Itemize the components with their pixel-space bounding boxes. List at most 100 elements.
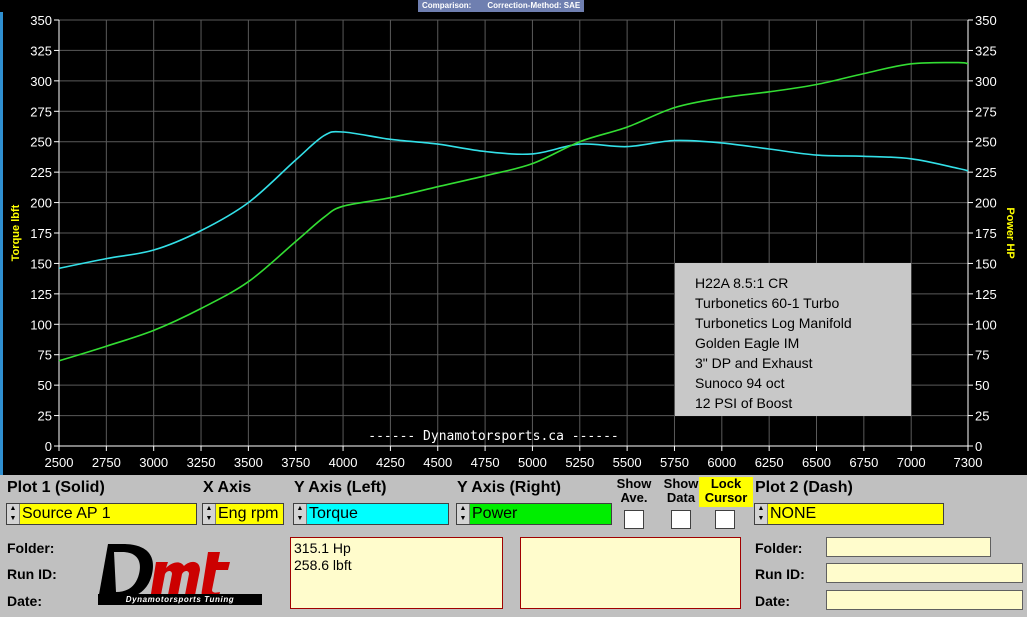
info-line: H22A 8.5:1 CR bbox=[695, 275, 789, 291]
x-tick-label: 5500 bbox=[613, 455, 642, 470]
y-tick-label-right: 100 bbox=[975, 317, 997, 332]
x-tick-label: 6500 bbox=[802, 455, 831, 470]
y-tick-label-left: 0 bbox=[45, 439, 52, 454]
yaxis-right-select[interactable]: ▲ ▼ Power bbox=[456, 503, 612, 525]
x-tick-label: 3250 bbox=[187, 455, 216, 470]
x-tick-label: 5750 bbox=[660, 455, 689, 470]
x-tick-label: 2500 bbox=[45, 455, 74, 470]
y-tick-label-right: 125 bbox=[975, 287, 997, 302]
yaxis-left-select[interactable]: ▲ ▼ Torque bbox=[293, 503, 449, 525]
y-tick-label-right: 250 bbox=[975, 135, 997, 150]
xaxis-select[interactable]: ▲ ▼ Eng rpm bbox=[202, 503, 284, 525]
plot1-select[interactable]: ▲ ▼ Source AP 1 bbox=[6, 503, 197, 525]
info-line: Turbonetics 60-1 Turbo bbox=[695, 295, 840, 311]
plot2-select[interactable]: ▲ ▼ NONE bbox=[754, 503, 944, 525]
info-line: Sunoco 94 oct bbox=[695, 375, 785, 391]
folder-label-right: Folder: bbox=[755, 540, 803, 556]
plot1-spinner[interactable]: ▲ ▼ bbox=[7, 504, 20, 524]
y-tick-label-left: 275 bbox=[30, 104, 52, 119]
plot1-header: Plot 1 (Solid) bbox=[7, 479, 105, 496]
x-tick-label: 6000 bbox=[707, 455, 736, 470]
y-tick-label-right: 0 bbox=[975, 439, 982, 454]
y-tick-label-right: 150 bbox=[975, 256, 997, 271]
y-tick-label-right: 175 bbox=[975, 226, 997, 241]
y-tick-label-left: 175 bbox=[30, 226, 52, 241]
x-tick-label: 7300 bbox=[954, 455, 983, 470]
dyno-chart[interactable]: 0 0 25 25 50 50 75 75 100 100 125 125 150 150 175 175 20… bbox=[0, 12, 1027, 475]
x-tick-label: 3500 bbox=[234, 455, 263, 470]
plot2-spinner[interactable]: ▲ ▼ bbox=[755, 504, 768, 524]
y-tick-label-left: 200 bbox=[30, 196, 52, 211]
yaxis-right-header: Y Axis (Right) bbox=[457, 479, 562, 496]
runid-label-right: Run ID: bbox=[755, 566, 805, 582]
yaxis-left-value: Torque bbox=[307, 504, 448, 524]
y-tick-label-left: 50 bbox=[38, 378, 52, 393]
y-tick-label-left: 25 bbox=[38, 409, 52, 424]
x-tick-label: 5000 bbox=[518, 455, 547, 470]
y-tick-label-left: 100 bbox=[30, 317, 52, 332]
folder-field[interactable] bbox=[826, 537, 991, 557]
yaxis-left-spinner[interactable]: ▲ ▼ bbox=[294, 504, 307, 524]
info-line: 12 PSI of Boost bbox=[695, 395, 793, 411]
chevron-down-icon: ▼ bbox=[9, 515, 17, 522]
y-tick-label-left: 125 bbox=[30, 287, 52, 302]
show-data-checkbox[interactable] bbox=[671, 510, 691, 529]
date-field[interactable] bbox=[826, 590, 1023, 610]
yaxis-right-value: Power bbox=[470, 504, 611, 524]
y-tick-label-left: 225 bbox=[30, 165, 52, 180]
x-tick-label: 3000 bbox=[139, 455, 168, 470]
x-tick-label: 2750 bbox=[92, 455, 121, 470]
chevron-up-icon: ▲ bbox=[9, 505, 17, 512]
cursor-readout-box: 315.1 Hp 258.6 lbft bbox=[290, 537, 503, 609]
yaxis-left-header: Y Axis (Left) bbox=[294, 479, 387, 496]
y-axis-title-right: Power HP bbox=[1004, 207, 1016, 258]
plot1-value: Source AP 1 bbox=[20, 504, 196, 524]
lock-cursor-label: Lock Cursor bbox=[699, 477, 753, 507]
xaxis-value: Eng rpm bbox=[216, 504, 283, 524]
chevron-down-icon: ▼ bbox=[757, 515, 765, 522]
correction-method-label: Correction-Method: SAE bbox=[487, 1, 581, 10]
x-tick-label: 6750 bbox=[849, 455, 878, 470]
show-ave-checkbox[interactable] bbox=[624, 510, 644, 529]
chevron-up-icon: ▲ bbox=[205, 505, 213, 512]
runid-label-left: Run ID: bbox=[7, 566, 57, 582]
x-tick-label: 5250 bbox=[565, 455, 594, 470]
chevron-down-icon: ▼ bbox=[459, 515, 467, 522]
date-label-right: Date: bbox=[755, 593, 791, 609]
x-tick-label: 4500 bbox=[423, 455, 452, 470]
plot2-value: NONE bbox=[768, 504, 943, 524]
x-tick-label: 4250 bbox=[376, 455, 405, 470]
chevron-down-icon: ▼ bbox=[205, 515, 213, 522]
y-tick-label-left: 300 bbox=[30, 74, 52, 89]
control-panel: Plot 1 (Solid) X Axis Y Axis (Left) Y Ax… bbox=[0, 475, 1027, 617]
lock-cursor-checkbox[interactable] bbox=[715, 510, 735, 529]
y-tick-label-right: 75 bbox=[975, 348, 989, 363]
runid-field[interactable] bbox=[826, 563, 1023, 583]
xaxis-header: X Axis bbox=[203, 479, 252, 496]
y-tick-label-right: 325 bbox=[975, 43, 997, 58]
x-tick-label: 3750 bbox=[281, 455, 310, 470]
y-tick-label-left: 150 bbox=[30, 256, 52, 271]
folder-label-left: Folder: bbox=[7, 540, 55, 556]
y-tick-label-right: 275 bbox=[975, 104, 997, 119]
logo-subtitle: Dynamotorsports Tuning bbox=[126, 595, 235, 604]
y-tick-label-right: 50 bbox=[975, 378, 989, 393]
y-tick-label-right: 350 bbox=[975, 13, 997, 28]
show-data-label: Show Data bbox=[663, 476, 699, 505]
y-tick-label-right: 25 bbox=[975, 409, 989, 424]
yaxis-right-spinner[interactable]: ▲ ▼ bbox=[457, 504, 470, 524]
y-axis-title-left: Torque lbft bbox=[10, 204, 22, 261]
y-tick-label-right: 200 bbox=[975, 196, 997, 211]
comparison-banner: Comparison: Correction-Method: SAE bbox=[418, 0, 585, 12]
chevron-up-icon: ▲ bbox=[459, 505, 467, 512]
x-tick-label: 7000 bbox=[897, 455, 926, 470]
top-status-bar: Comparison: Correction-Method: SAE bbox=[0, 0, 1027, 12]
chevron-up-icon: ▲ bbox=[757, 505, 765, 512]
x-tick-label: 4750 bbox=[471, 455, 500, 470]
xaxis-spinner[interactable]: ▲ ▼ bbox=[203, 504, 216, 524]
dmt-logo: Dynamotorsports Tuning bbox=[91, 544, 262, 605]
watermark-text: ------ Dynamotorsports.ca ------ bbox=[368, 429, 618, 444]
y-tick-label-left: 350 bbox=[30, 13, 52, 28]
y-tick-label-left: 250 bbox=[30, 135, 52, 150]
show-ave-label: Show Ave. bbox=[616, 476, 652, 505]
